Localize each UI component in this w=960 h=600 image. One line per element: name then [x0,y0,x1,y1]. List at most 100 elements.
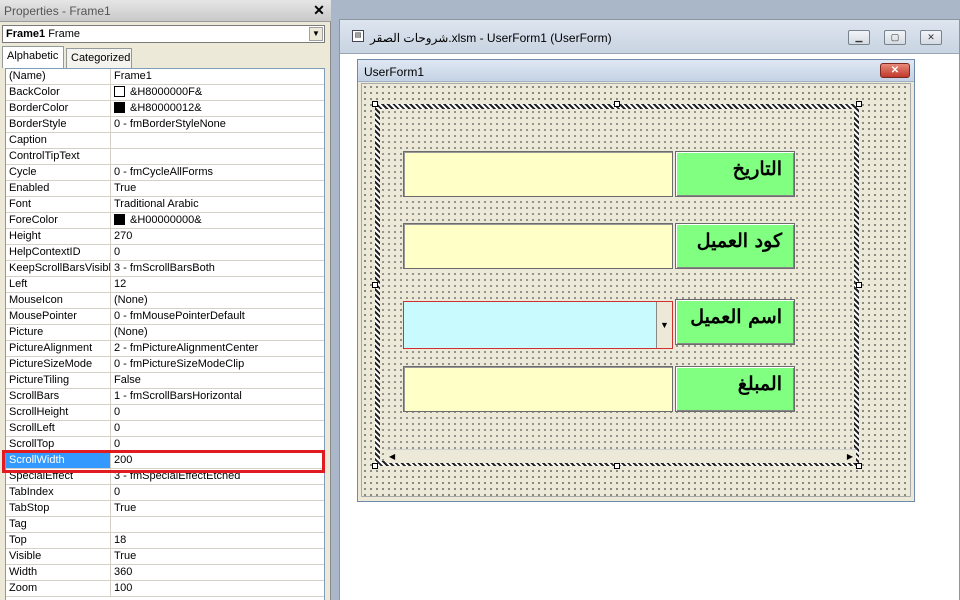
property-row[interactable]: ScrollTop 0 [6,437,324,453]
property-row[interactable]: PictureAlignment 2 - fmPictureAlignmentCe… [6,341,324,357]
property-row[interactable]: Left 12 [6,277,324,293]
property-row[interactable]: Tag [6,517,324,533]
property-value[interactable]: &H80000012& [112,101,324,116]
property-row[interactable]: SpecialEffect 3 - fmSpecialEffectEtched [6,469,324,485]
property-value[interactable]: 3 - fmSpecialEffectEtched [112,469,324,484]
property-name[interactable]: BorderStyle [6,117,111,132]
property-name[interactable]: PictureAlignment [6,341,111,356]
property-row[interactable]: Cycle 0 - fmCycleAllForms [6,165,324,181]
property-row[interactable]: ScrollBars 1 - fmScrollBarsHorizontal [6,389,324,405]
property-row[interactable]: Width 360 [6,565,324,581]
property-value[interactable]: True [112,181,324,196]
property-name[interactable]: HelpContextID [6,245,111,260]
property-row[interactable]: KeepScrollBarsVisible 3 - fmScrollBarsBot… [6,261,324,277]
property-row[interactable]: (Name) Frame1 [6,69,324,85]
chevron-down-icon[interactable]: ▼ [309,27,323,41]
property-name[interactable]: Caption [6,133,111,148]
property-row[interactable]: TabIndex 0 [6,485,324,501]
property-value[interactable]: &H00000000& [112,213,324,228]
property-name[interactable]: Picture [6,325,111,340]
property-row[interactable]: ScrollWidth 200 [6,453,324,469]
property-name[interactable]: ScrollLeft [6,421,111,436]
property-name[interactable]: PictureTiling [6,373,111,388]
property-name[interactable]: Visible [6,549,111,564]
resize-handle[interactable] [372,463,378,469]
userform[interactable]: UserForm1 ✕ التاريخ كود العميل ▼ اسم الع… [357,59,915,502]
resize-handle[interactable] [372,282,378,288]
tab-alphabetic[interactable]: Alphabetic [2,46,64,68]
property-value[interactable]: 360 [112,565,324,580]
property-row[interactable]: HelpContextID 0 [6,245,324,261]
property-value[interactable]: 1 - fmScrollBarsHorizontal [112,389,324,404]
resize-handle[interactable] [856,282,862,288]
restore-button[interactable]: ▢ [884,30,906,45]
property-row[interactable]: MousePointer 0 - fmMousePointerDefault [6,309,324,325]
property-name[interactable]: BorderColor [6,101,111,116]
property-name[interactable]: ForeColor [6,213,111,228]
property-value[interactable]: 100 [112,581,324,596]
property-value[interactable]: False [112,373,324,388]
frame-horizontal-scrollbar[interactable]: ◀ ▶ [386,449,856,463]
combo-dropdown-icon[interactable]: ▼ [656,302,672,348]
frame1[interactable]: التاريخ كود العميل ▼ اسم العميل المبلغ ◀… [375,104,859,466]
property-row[interactable]: ForeColor &H00000000& [6,213,324,229]
date-textbox[interactable] [403,151,673,197]
property-value[interactable] [112,133,324,148]
property-row[interactable]: Top 18 [6,533,324,549]
property-value[interactable]: Traditional Arabic [112,197,324,212]
property-name[interactable]: PictureSizeMode [6,357,111,372]
property-name[interactable]: MousePointer [6,309,111,324]
property-value[interactable]: 0 [112,405,324,420]
property-value[interactable]: 0 [112,421,324,436]
property-row[interactable]: PictureSizeMode 0 - fmPictureSizeModeClip [6,357,324,373]
property-name[interactable]: ScrollTop [6,437,111,452]
property-row[interactable]: ScrollLeft 0 [6,421,324,437]
property-name[interactable]: ControlTipText [6,149,111,164]
property-row[interactable]: Height 270 [6,229,324,245]
scroll-left-icon[interactable]: ◀ [389,452,395,461]
property-value[interactable]: Frame1 [112,69,324,84]
close-window-button[interactable]: ✕ [920,30,942,45]
property-name[interactable]: Enabled [6,181,111,196]
userform-close-button[interactable]: ✕ [880,63,910,78]
resize-handle[interactable] [856,463,862,469]
minimize-button[interactable]: ▁ [848,30,870,45]
property-name[interactable]: SpecialEffect [6,469,111,484]
resize-handle[interactable] [614,101,620,107]
property-value[interactable]: 0 [112,485,324,500]
property-name[interactable]: Width [6,565,111,580]
property-name[interactable]: Zoom [6,581,111,596]
property-name[interactable]: ScrollHeight [6,405,111,420]
property-value[interactable]: 2 - fmPictureAlignmentCenter [112,341,324,356]
tab-categorized[interactable]: Categorized [66,48,132,68]
scroll-right-icon[interactable]: ▶ [847,452,853,461]
property-row[interactable]: BorderColor &H80000012& [6,101,324,117]
property-name[interactable]: Height [6,229,111,244]
property-name[interactable]: BackColor [6,85,111,100]
property-name[interactable]: Top [6,533,111,548]
property-row[interactable]: ScrollHeight 0 [6,405,324,421]
property-row[interactable]: Picture (None) [6,325,324,341]
property-row[interactable]: Zoom 100 [6,581,324,597]
property-row[interactable]: PictureTiling False [6,373,324,389]
property-value[interactable]: True [112,549,324,564]
close-icon[interactable]: ✕ [311,3,327,19]
property-name[interactable]: Tag [6,517,111,532]
property-value[interactable]: 200 [112,453,324,468]
property-row[interactable]: Font Traditional Arabic [6,197,324,213]
property-row[interactable]: MouseIcon (None) [6,293,324,309]
property-value[interactable]: 0 - fmCycleAllForms [112,165,324,180]
customer-code-textbox[interactable] [403,223,673,269]
property-value[interactable]: True [112,501,324,516]
resize-handle[interactable] [372,101,378,107]
property-value[interactable]: 0 - fmMousePointerDefault [112,309,324,324]
property-row[interactable]: ControlTipText [6,149,324,165]
property-value[interactable]: (None) [112,325,324,340]
property-row[interactable]: BackColor &H8000000F& [6,85,324,101]
property-row[interactable]: Enabled True [6,181,324,197]
property-row[interactable]: BorderStyle 0 - fmBorderStyleNone [6,117,324,133]
property-name[interactable]: Font [6,197,111,212]
property-value[interactable]: 0 [112,437,324,452]
property-name[interactable]: ScrollWidth [6,453,111,468]
property-value[interactable]: 0 - fmPictureSizeModeClip [112,357,324,372]
